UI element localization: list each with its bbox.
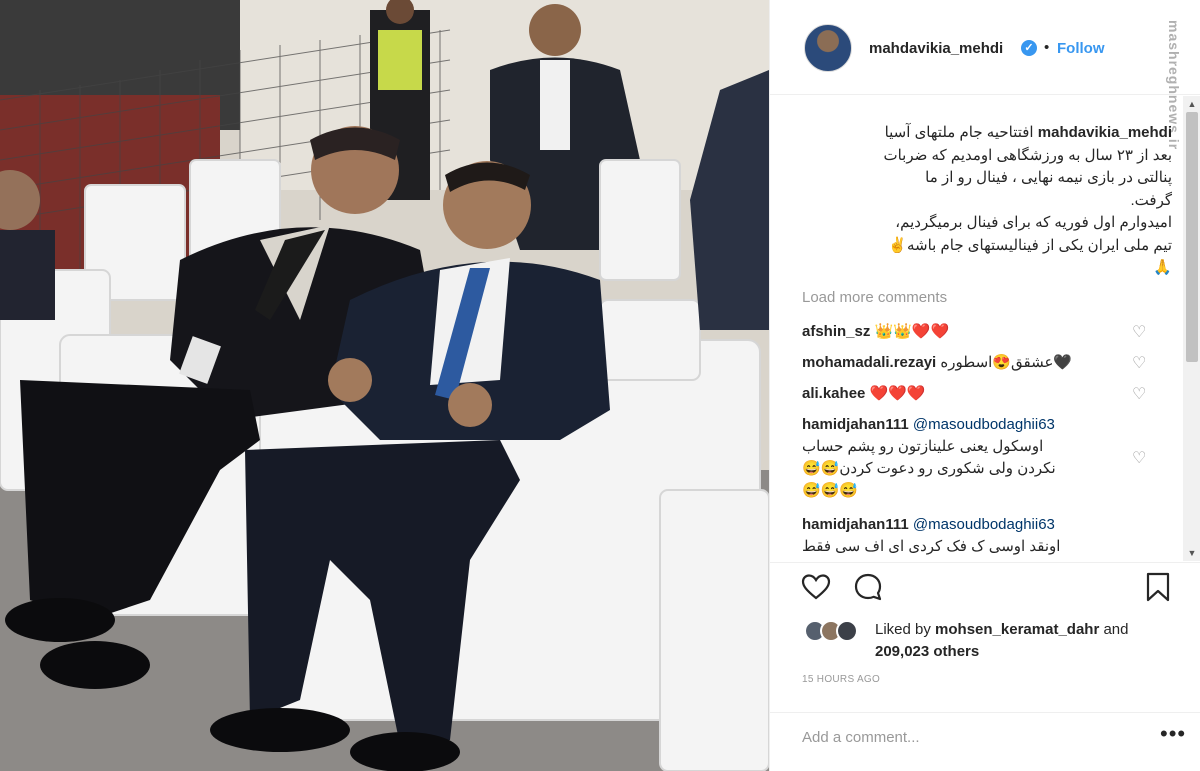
post-header: mahdavikia_mehdi ✓ • Follow mashreghnews…	[770, 0, 1200, 150]
likes-and: and	[1099, 621, 1129, 638]
liker-avatar[interactable]	[836, 620, 858, 642]
comment-item: mohamadali.rezayi عشقق😍اسطوره🖤	[802, 352, 1152, 374]
comment-bubble-icon[interactable]	[852, 571, 884, 603]
post-timestamp[interactable]: 15 HOURS AGO	[802, 674, 880, 685]
caption-line: پنالتی در بازی نیمه نهایی ، فینال رو از …	[925, 169, 1172, 186]
likes-summary: Liked by mohsen_keramat_dahr and 209,023…	[770, 612, 1200, 672]
comment-text: عشقق😍اسطوره🖤	[940, 354, 1073, 371]
caption-line: تیم ملی ایران یکی از فینالیستهای جام باش…	[888, 236, 1172, 254]
comment-text: اوسکول یعنی علینازتون رو پشم حساب	[802, 438, 1044, 455]
comment-like-heart-icon[interactable]: ♡	[1132, 451, 1148, 467]
scroll-up-arrow-icon[interactable]: ▲	[1183, 96, 1200, 112]
post-photo[interactable]	[0, 0, 769, 771]
verified-badge-icon: ✓	[1021, 40, 1037, 56]
comment-username[interactable]: ali.kahee	[802, 385, 865, 402]
scrollbar-thumb[interactable]	[1186, 112, 1198, 362]
post-actions-bar	[770, 562, 1200, 610]
comment-text: اونقد اوسی ک فک کردی ای اف سی فقط	[802, 538, 1061, 555]
comment-like-heart-icon[interactable]: ♡	[1132, 356, 1148, 372]
scroll-down-arrow-icon[interactable]: ▼	[1183, 545, 1200, 561]
comment-text: ❤️❤️❤️	[869, 385, 926, 402]
add-comment-bar: •••	[770, 712, 1200, 758]
follow-button[interactable]: Follow	[1057, 40, 1105, 57]
post-side-panel: mahdavikia_mehdi ✓ • Follow mashreghnews…	[769, 0, 1200, 771]
post-caption: mahdavikia_mehdi افتتاحیه جام ملتهای آسی…	[802, 122, 1172, 280]
more-options-icon[interactable]: •••	[1160, 721, 1186, 747]
caption-line: افتتاحیه جام ملتهای آسیا	[884, 124, 1034, 141]
comment-username[interactable]: hamidjahan111	[802, 416, 909, 433]
caption-line: 🙏	[1153, 259, 1172, 276]
comment-username[interactable]: mohamadali.rezayi	[802, 354, 936, 371]
load-more-comments-link[interactable]: Load more comments	[802, 289, 947, 306]
caption-line: گرفت.	[1130, 191, 1172, 209]
comment-text: 😅😅😅	[802, 482, 859, 499]
likes-text: Liked by mohsen_keramat_dahr and 209,023…	[875, 619, 1175, 663]
comment-text: نکردن ولی شکوری رو دعوت کردن😅😅	[802, 460, 1056, 477]
comments-scrollbar[interactable]: ▲ ▼	[1183, 96, 1200, 561]
bookmark-icon[interactable]	[1142, 571, 1174, 603]
author-avatar[interactable]	[804, 24, 852, 72]
caption-username[interactable]: mahdavikia_mehdi	[1038, 124, 1172, 141]
comment-mention[interactable]: @masoudbodaghii63	[913, 416, 1055, 433]
header-separator: •	[1044, 39, 1050, 56]
caption-line: امیدوارم اول فوریه که برای فینال برمیگرد…	[895, 214, 1172, 231]
add-comment-input[interactable]	[800, 723, 1124, 751]
comments-list[interactable]: mahdavikia_mehdi افتتاحیه جام ملتهای آسی…	[770, 96, 1183, 561]
comment-item: afshin_sz 👑👑❤️❤️	[802, 321, 1152, 343]
comment-username[interactable]: hamidjahan111	[802, 516, 909, 533]
comment-username[interactable]: afshin_sz	[802, 323, 870, 340]
author-username[interactable]: mahdavikia_mehdi	[869, 40, 1003, 57]
comment-like-heart-icon[interactable]: ♡	[1132, 387, 1148, 403]
likes-count[interactable]: 209,023 others	[875, 643, 979, 660]
caption-line: بعد از ۲۳ سال به ورزشگاهی اومدیم که ضربا…	[883, 146, 1172, 164]
comment-text: 👑👑❤️❤️	[874, 323, 950, 340]
comment-mention[interactable]: @masoudbodaghii63	[913, 516, 1055, 533]
likes-prefix: Liked by	[875, 621, 936, 638]
comment-like-heart-icon[interactable]: ♡	[1132, 325, 1148, 341]
comment-item: ali.kahee ❤️❤️❤️	[802, 383, 1152, 405]
photo-illustration	[0, 0, 769, 771]
comment-item: hamidjahan111 @masoudbodaghii63 اونقد او…	[802, 514, 1152, 558]
heart-outline-icon[interactable]	[800, 571, 832, 603]
liker-username[interactable]: mohsen_keramat_dahr	[935, 621, 1099, 638]
comment-item: hamidjahan111 @masoudbodaghii63 اوسکول ی…	[802, 414, 1152, 502]
